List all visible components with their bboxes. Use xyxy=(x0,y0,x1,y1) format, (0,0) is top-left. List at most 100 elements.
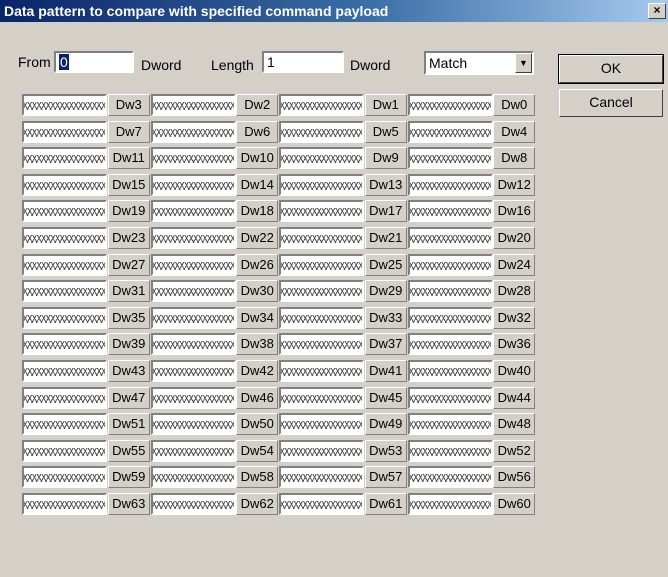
chevron-down-icon[interactable]: ▼ xyxy=(515,53,532,73)
dword-label: Dw12 xyxy=(493,173,536,196)
pattern-field[interactable] xyxy=(279,359,364,382)
pattern-field[interactable] xyxy=(22,333,107,356)
pattern-field[interactable] xyxy=(407,173,493,196)
pattern-field[interactable] xyxy=(150,439,236,462)
dword-label: Dw40 xyxy=(493,359,536,382)
pattern-field[interactable] xyxy=(279,253,364,276)
pattern-field[interactable] xyxy=(22,466,107,489)
cancel-button[interactable]: Cancel xyxy=(559,89,663,117)
dword-label: Dw50 xyxy=(236,413,279,436)
dword-label: Dw16 xyxy=(493,200,536,223)
pattern-field[interactable] xyxy=(407,120,493,143)
pattern-field[interactable] xyxy=(279,120,364,143)
dword-label: Dw57 xyxy=(364,466,407,489)
pattern-field[interactable] xyxy=(22,200,107,223)
pattern-field[interactable] xyxy=(279,280,364,303)
pattern-field[interactable] xyxy=(279,226,364,249)
pattern-field[interactable] xyxy=(279,439,364,462)
pattern-field[interactable] xyxy=(279,173,364,196)
dword-label: Dw45 xyxy=(364,386,407,409)
dword-label: Dw26 xyxy=(236,253,279,276)
match-dropdown[interactable]: Match ▼ xyxy=(424,51,534,75)
pattern-field[interactable] xyxy=(407,492,493,515)
pattern-field[interactable] xyxy=(150,280,236,303)
pattern-field[interactable] xyxy=(22,173,107,196)
pattern-field[interactable] xyxy=(279,306,364,329)
pattern-field[interactable] xyxy=(407,94,493,116)
dword-label: Dw55 xyxy=(107,439,150,462)
pattern-field[interactable] xyxy=(150,386,236,409)
ok-button[interactable]: OK xyxy=(558,54,664,84)
dword-label: Dw21 xyxy=(364,226,407,249)
dword-label: Dw25 xyxy=(364,253,407,276)
dword-label: Dw46 xyxy=(236,386,279,409)
dword-label: Dw37 xyxy=(364,333,407,356)
pattern-field[interactable] xyxy=(407,253,493,276)
dword-label: Dw34 xyxy=(236,306,279,329)
pattern-field[interactable] xyxy=(279,386,364,409)
from-unit-label: Dword xyxy=(141,57,182,73)
pattern-field[interactable] xyxy=(279,466,364,489)
pattern-field[interactable] xyxy=(22,359,107,382)
pattern-field[interactable] xyxy=(279,147,364,170)
length-value: 1 xyxy=(267,54,275,70)
window-title: Data pattern to compare with specified c… xyxy=(4,3,389,19)
dword-label: Dw13 xyxy=(364,173,407,196)
dword-label: Dw5 xyxy=(364,120,407,143)
dword-label: Dw10 xyxy=(236,147,279,170)
dword-label: Dw60 xyxy=(493,492,536,515)
pattern-field[interactable] xyxy=(150,120,236,143)
pattern-field[interactable] xyxy=(407,147,493,170)
pattern-field[interactable] xyxy=(22,280,107,303)
pattern-field[interactable] xyxy=(150,200,236,223)
pattern-field[interactable] xyxy=(22,386,107,409)
pattern-field[interactable] xyxy=(150,466,236,489)
pattern-field[interactable] xyxy=(279,200,364,223)
pattern-field[interactable] xyxy=(407,386,493,409)
pattern-field[interactable] xyxy=(22,439,107,462)
pattern-field[interactable] xyxy=(279,492,364,515)
pattern-field[interactable] xyxy=(279,94,364,116)
pattern-field[interactable] xyxy=(150,226,236,249)
pattern-field[interactable] xyxy=(407,439,493,462)
close-button[interactable]: × xyxy=(648,3,666,19)
pattern-field[interactable] xyxy=(150,492,236,515)
pattern-field[interactable] xyxy=(407,333,493,356)
pattern-field[interactable] xyxy=(150,413,236,436)
pattern-field[interactable] xyxy=(407,226,493,249)
from-value: 0 xyxy=(59,54,69,70)
pattern-field[interactable] xyxy=(407,466,493,489)
dword-label: Dw11 xyxy=(107,147,150,170)
pattern-field[interactable] xyxy=(22,147,107,170)
pattern-field[interactable] xyxy=(150,306,236,329)
length-input[interactable]: 1 xyxy=(262,51,344,73)
pattern-field[interactable] xyxy=(150,173,236,196)
pattern-field[interactable] xyxy=(22,226,107,249)
dword-label: Dw33 xyxy=(364,306,407,329)
pattern-field[interactable] xyxy=(279,333,364,356)
dword-label: Dw38 xyxy=(236,333,279,356)
match-selected-value: Match xyxy=(429,55,468,71)
from-input[interactable]: 0 xyxy=(54,51,134,73)
pattern-field[interactable] xyxy=(407,280,493,303)
pattern-field[interactable] xyxy=(407,200,493,223)
dword-label: Dw59 xyxy=(107,466,150,489)
pattern-field[interactable] xyxy=(150,359,236,382)
dword-label: Dw19 xyxy=(107,200,150,223)
pattern-field[interactable] xyxy=(22,413,107,436)
pattern-field[interactable] xyxy=(150,147,236,170)
pattern-field[interactable] xyxy=(150,333,236,356)
pattern-field[interactable] xyxy=(407,359,493,382)
pattern-field[interactable] xyxy=(22,120,107,143)
pattern-field[interactable] xyxy=(150,94,236,116)
pattern-field[interactable] xyxy=(22,306,107,329)
dword-label: Dw47 xyxy=(107,386,150,409)
pattern-field[interactable] xyxy=(22,253,107,276)
pattern-field[interactable] xyxy=(407,413,493,436)
pattern-field[interactable] xyxy=(22,492,107,515)
pattern-field[interactable] xyxy=(407,306,493,329)
pattern-field[interactable] xyxy=(22,94,107,116)
pattern-field[interactable] xyxy=(279,413,364,436)
dword-pattern-grid: Dw3 Dw2 Dw1 Dw0 Dw7 Dw6 Dw5 Dw4 Dw11 Dw10 Dw9 Dw8 Dw… xyxy=(22,92,536,559)
pattern-field[interactable] xyxy=(150,253,236,276)
